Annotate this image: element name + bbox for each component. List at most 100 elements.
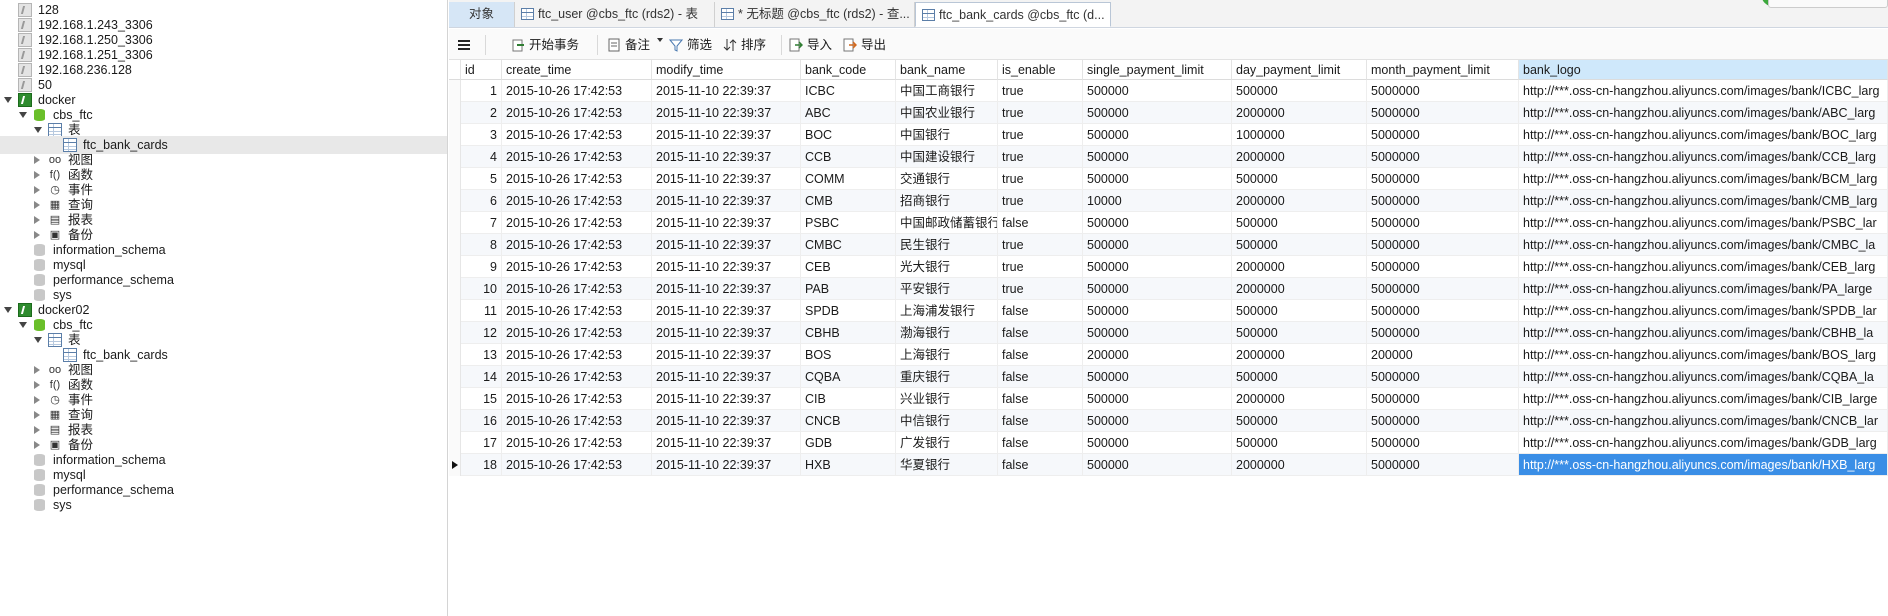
table-cell[interactable]: 渤海银行 (896, 322, 998, 344)
table-cell[interactable]: 交通银行 (896, 168, 998, 190)
modify-time-column-header[interactable]: modify_time (652, 60, 801, 80)
table-cell[interactable]: 2015-10-26 17:42:53 (502, 344, 652, 366)
table-cell[interactable]: 2015-11-10 22:39:37 (652, 190, 801, 212)
table-cell[interactable]: 光大银行 (896, 256, 998, 278)
table-cell[interactable]: 中国农业银行 (896, 102, 998, 124)
table-cell[interactable]: 5000000 (1367, 168, 1519, 190)
table-cell[interactable]: 2015-10-26 17:42:53 (502, 432, 652, 454)
table-cell[interactable]: 3 (461, 124, 502, 146)
bank-logo-column-header[interactable]: bank_logo (1519, 60, 1888, 80)
table-cell[interactable]: 2000000 (1232, 454, 1367, 476)
table-cell[interactable]: http://***.oss-cn-hangzhou.aliyuncs.com/… (1519, 102, 1888, 124)
table-cell[interactable]: 2015-11-10 22:39:37 (652, 124, 801, 146)
row-selector[interactable] (449, 432, 461, 454)
table-cell[interactable]: 9 (461, 256, 502, 278)
table-cell[interactable]: true (998, 124, 1083, 146)
table-cell[interactable]: 500000 (1232, 80, 1367, 102)
tab-ftc-bank-cards[interactable]: ftc_bank_cards @cbs_ftc (d... (915, 2, 1111, 27)
collapsed-arrow-icon[interactable] (34, 411, 40, 419)
table-cell[interactable]: 17 (461, 432, 502, 454)
table-cell[interactable]: 2015-10-26 17:42:53 (502, 168, 652, 190)
table-cell[interactable]: 6 (461, 190, 502, 212)
row-selector[interactable] (449, 102, 461, 124)
row-selector[interactable] (449, 366, 461, 388)
table-cell[interactable]: 5000000 (1367, 410, 1519, 432)
table-cell[interactable]: CMB (801, 190, 896, 212)
table-cell[interactable]: http://***.oss-cn-hangzhou.aliyuncs.com/… (1519, 212, 1888, 234)
table-cell[interactable]: 2015-11-10 22:39:37 (652, 322, 801, 344)
table-cell[interactable]: 中国工商银行 (896, 80, 998, 102)
table-row[interactable]: 5 2015-10-26 17:42:53 2015-11-10 22:39:37 C… (449, 168, 1888, 190)
table-cell[interactable]: http://***.oss-cn-hangzhou.aliyuncs.com/… (1519, 344, 1888, 366)
table-cell[interactable]: 500000 (1083, 124, 1232, 146)
row-selector[interactable] (449, 124, 461, 146)
bank-code-column-header[interactable]: bank_code (801, 60, 896, 80)
table-cell[interactable]: true (998, 256, 1083, 278)
table-cell[interactable]: 2000000 (1232, 102, 1367, 124)
sort-button[interactable]: 排序 (723, 35, 773, 55)
table-cell[interactable]: 2015-10-26 17:42:53 (502, 322, 652, 344)
expanded-arrow-icon[interactable] (19, 112, 27, 118)
tab-untitled-query[interactable]: * 无标题 @cbs_ftc (rds2) - 查... (715, 2, 915, 27)
table-cell[interactable]: 2015-11-10 22:39:37 (652, 168, 801, 190)
table-cell[interactable]: 13 (461, 344, 502, 366)
table-cell[interactable]: 16 (461, 410, 502, 432)
row-selector[interactable] (449, 388, 461, 410)
table-cell[interactable]: 2000000 (1232, 344, 1367, 366)
expanded-arrow-icon[interactable] (34, 337, 42, 343)
row-selector[interactable] (449, 256, 461, 278)
table-cell[interactable]: 2015-10-26 17:42:53 (502, 190, 652, 212)
row-selector[interactable] (449, 322, 461, 344)
table-cell[interactable]: false (998, 366, 1083, 388)
table-cell[interactable]: false (998, 432, 1083, 454)
table-cell[interactable]: 2015-10-26 17:42:53 (502, 146, 652, 168)
table-cell[interactable]: false (998, 300, 1083, 322)
table-cell[interactable]: 2015-10-26 17:42:53 (502, 80, 652, 102)
table-cell[interactable]: 500000 (1083, 410, 1232, 432)
table-cell[interactable]: 500000 (1083, 432, 1232, 454)
table-cell[interactable]: GDB (801, 432, 896, 454)
table-cell[interactable]: 12 (461, 322, 502, 344)
expanded-arrow-icon[interactable] (4, 307, 12, 313)
table-cell[interactable]: http://***.oss-cn-hangzhou.aliyuncs.com/… (1519, 300, 1888, 322)
table-row[interactable]: 7 2015-10-26 17:42:53 2015-11-10 22:39:37 P… (449, 212, 1888, 234)
table-cell[interactable]: PSBC (801, 212, 896, 234)
table-cell[interactable]: 2015-10-26 17:42:53 (502, 278, 652, 300)
table-cell[interactable]: 2 (461, 102, 502, 124)
current-row-marker-icon[interactable] (449, 454, 461, 476)
row-selector[interactable] (449, 168, 461, 190)
tab-objects[interactable]: 对象 (449, 2, 515, 27)
table-cell[interactable]: 5000000 (1367, 102, 1519, 124)
table-cell[interactable]: 2015-11-10 22:39:37 (652, 388, 801, 410)
table-cell[interactable]: http://***.oss-cn-hangzhou.aliyuncs.com/… (1519, 278, 1888, 300)
table-cell[interactable]: false (998, 322, 1083, 344)
table-cell[interactable]: false (998, 410, 1083, 432)
table-row[interactable]: 16 2015-10-26 17:42:53 2015-11-10 22:39:37… (449, 410, 1888, 432)
import-button[interactable]: 导入 (789, 35, 839, 55)
table-cell[interactable]: 2000000 (1232, 190, 1367, 212)
table-cell[interactable]: 2015-10-26 17:42:53 (502, 454, 652, 476)
table-cell[interactable]: false (998, 388, 1083, 410)
expanded-arrow-icon[interactable] (4, 97, 12, 103)
hamburger-menu-button[interactable] (457, 35, 477, 55)
table-cell[interactable]: 2015-11-10 22:39:37 (652, 256, 801, 278)
table-cell[interactable]: 1 (461, 80, 502, 102)
table-cell[interactable]: 2015-11-10 22:39:37 (652, 234, 801, 256)
collapsed-arrow-icon[interactable] (34, 426, 40, 434)
table-cell[interactable]: 500000 (1083, 454, 1232, 476)
table-row[interactable]: 4 2015-10-26 17:42:53 2015-11-10 22:39:37 C… (449, 146, 1888, 168)
table-cell[interactable]: 5 (461, 168, 502, 190)
table-cell[interactable]: 中信银行 (896, 410, 998, 432)
single-payment-limit-column-header[interactable]: single_payment_limit (1083, 60, 1232, 80)
row-selector[interactable] (449, 278, 461, 300)
table-cell[interactable]: 平安银行 (896, 278, 998, 300)
table-cell[interactable]: 中国邮政储蓄银行 (896, 212, 998, 234)
table-cell[interactable]: 民生银行 (896, 234, 998, 256)
table-cell[interactable]: 500000 (1232, 410, 1367, 432)
table-cell[interactable]: 500000 (1083, 234, 1232, 256)
table-row[interactable]: 12 2015-10-26 17:42:53 2015-11-10 22:39:37… (449, 322, 1888, 344)
table-cell[interactable]: 2015-10-26 17:42:53 (502, 124, 652, 146)
id-column-header[interactable]: id (461, 60, 502, 80)
table-cell[interactable]: 招商银行 (896, 190, 998, 212)
row-selector[interactable] (449, 212, 461, 234)
